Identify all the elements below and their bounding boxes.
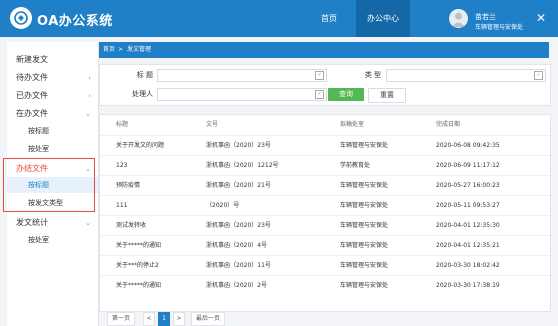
sidebar-sub-label: 按处室	[28, 145, 49, 153]
pager-first-button[interactable]: 第一页	[107, 312, 135, 326]
cell-doc-no: 浙机事函（2020）23号	[206, 222, 271, 229]
filter-panel: 标 题 ✓ 类 型 ✓ 处理人 ✓ 查询 重置	[99, 64, 551, 106]
cell-date: 2020-04-01 12:35:30	[436, 222, 500, 229]
cell-title: 关于*****的通知	[116, 282, 162, 289]
chevron-down-icon: ⌄	[85, 219, 91, 227]
cell-title: 关于*****的通知	[116, 242, 162, 249]
sidebar-sub-label: 按标题	[28, 127, 49, 135]
sidebar-item-label: 待办文件	[16, 73, 48, 82]
nav-home[interactable]: 首页	[305, 0, 353, 37]
col-header-complete-date: 完成日期	[436, 121, 461, 128]
checkbox-icon[interactable]: ✓	[534, 71, 543, 80]
pager-prev-button[interactable]: <	[143, 312, 155, 326]
table-row[interactable]: 测试发转收 浙机事函（2020）23号 车辆管理与安保处 2020-04-01 …	[100, 215, 550, 236]
table-row[interactable]: 关于***的停止2 浙机事函（2020）11号 车辆管理与安保处 2020-03…	[100, 255, 550, 276]
cell-office: 车辆管理与安保处	[340, 222, 389, 229]
table-row[interactable]: 123 浙机事函（2020）1212号 学前教育处 2020-06-09 11:…	[100, 155, 550, 176]
sidebar-sub-label: 按处室	[28, 236, 49, 244]
type-filter-select[interactable]: ✓	[386, 69, 546, 82]
pager-next-button[interactable]: >	[173, 312, 185, 326]
cell-office: 车辆管理与安保处	[340, 242, 389, 249]
document-table: 标题 文号 拟稿处室 完成日期 关于开发文的问题 浙机事函（2020）23号 车…	[99, 114, 551, 312]
cell-title: 关于开发文的问题	[116, 142, 165, 149]
checkbox-icon[interactable]: ✓	[315, 90, 324, 99]
cell-office: 车辆管理与安保处	[340, 142, 389, 149]
table-row[interactable]: 关于*****的通知 浙机事函（2020）4号 车辆管理与安保处 2020-04…	[100, 235, 550, 256]
cell-office: 车辆管理与安保处	[340, 202, 389, 209]
cell-office: 车辆管理与安保处	[340, 182, 389, 189]
sidebar-item-label: 发文统计	[16, 218, 48, 227]
chevron-right-icon: ›	[88, 92, 91, 100]
table-row[interactable]: 111 （2020）号 车辆管理与安保处 2020-05-11 09:53:27	[100, 195, 550, 216]
chevron-down-icon: ⌄	[85, 110, 91, 118]
cell-office: 学前教育处	[340, 162, 371, 169]
sidebar-item-label: 新建发文	[16, 55, 48, 64]
reset-button[interactable]: 重置	[368, 88, 406, 103]
sidebar-item-label: 已办文件	[16, 91, 48, 100]
col-header-title: 标题	[116, 121, 129, 128]
col-header-doc-no: 文号	[206, 121, 219, 128]
query-button[interactable]: 查询	[328, 88, 364, 101]
checkbox-icon[interactable]: ✓	[315, 71, 324, 80]
sidebar-item-in-progress[interactable]: 在办文件 ⌄	[7, 105, 98, 123]
close-icon[interactable]: ✕	[536, 11, 546, 25]
pagination: 第一页 < 1 > 最后一页	[99, 310, 549, 326]
cell-doc-no: 浙机事函（2020）4号	[206, 242, 268, 249]
cell-date: 2020-03-30 17:38:19	[436, 282, 500, 289]
type-filter-label: 类 型	[364, 71, 381, 79]
cell-date: 2020-05-11 09:53:27	[436, 202, 500, 209]
cell-date: 2020-04-01 12:35:21	[436, 242, 500, 249]
cell-date: 2020-06-09 11:17:12	[436, 162, 500, 169]
cell-title: 预防疫情	[116, 182, 141, 189]
cell-title: 111	[116, 202, 128, 209]
pager-page-1[interactable]: 1	[158, 312, 170, 326]
sidebar-sub-stat-by-office[interactable]: 按处室	[7, 232, 98, 248]
app-title: OA办公系统	[37, 14, 113, 29]
sidebar-item-statistics[interactable]: 发文统计 ⌄	[7, 214, 98, 232]
sidebar-sub-by-office[interactable]: 按处室	[7, 141, 98, 157]
title-filter-input[interactable]: ✓	[157, 69, 327, 82]
main-content: 首页 > 发文管理 标 题 ✓ 类 型 ✓ 处理人 ✓ 查询 重置 标题 文号 …	[99, 42, 551, 326]
cell-doc-no: 浙机事函（2020）23号	[206, 142, 271, 149]
pager-last-button[interactable]: 最后一页	[191, 312, 225, 326]
user-department: 车辆管理与安保处	[475, 24, 524, 31]
handler-filter-label: 处理人	[132, 90, 153, 98]
cell-office: 车辆管理与安保处	[340, 262, 389, 269]
cell-date: 2020-06-08 09:42:35	[436, 142, 500, 149]
title-filter-label: 标 题	[136, 71, 153, 79]
table-row[interactable]: 预防疫情 浙机事函（2020）21号 车辆管理与安保处 2020-05-27 1…	[100, 175, 550, 196]
sidebar-item-pending[interactable]: 待办文件 ›	[7, 69, 98, 87]
nav-office-center[interactable]: 办公中心	[356, 0, 410, 37]
breadcrumb-current: 发文管理	[127, 46, 152, 53]
sidebar-sub-by-title[interactable]: 按标题	[7, 123, 98, 139]
breadcrumb-separator: >	[118, 46, 124, 53]
active-section-highlight	[3, 158, 95, 212]
sidebar-item-new-doc[interactable]: 新建发文	[7, 51, 98, 69]
col-header-draft-office: 拟稿处室	[340, 121, 365, 128]
chevron-right-icon: ›	[88, 74, 91, 82]
cell-date: 2020-05-27 16:00:23	[436, 182, 500, 189]
cell-title: 关于***的停止2	[116, 262, 159, 269]
cell-doc-no: （2020）号	[206, 202, 240, 209]
avatar[interactable]	[449, 9, 468, 28]
cell-doc-no: 浙机事函（2020）11号	[206, 262, 271, 269]
breadcrumb: 首页 > 发文管理	[99, 42, 549, 58]
cell-office: 车辆管理与安保处	[340, 282, 389, 289]
sidebar-item-done[interactable]: 已办文件 ›	[7, 87, 98, 105]
sidebar-item-label: 在办文件	[16, 109, 48, 118]
table-row[interactable]: 关于*****的通知 浙机事函（2020）2号 车辆管理与安保处 2020-03…	[100, 275, 550, 296]
top-bar: OA办公系统 首页 办公中心 苗若兰 车辆管理与安保处 ✕	[0, 0, 558, 37]
breadcrumb-home[interactable]: 首页	[103, 42, 115, 58]
cell-doc-no: 浙机事函（2020）2号	[206, 282, 268, 289]
cell-title: 测试发转收	[116, 222, 147, 229]
cell-doc-no: 浙机事函（2020）21号	[206, 182, 271, 189]
user-name: 苗若兰	[475, 13, 496, 21]
cell-date: 2020-03-30 18:02:42	[436, 262, 500, 269]
cell-title: 123	[116, 162, 128, 169]
cell-doc-no: 浙机事函（2020）1212号	[206, 162, 279, 169]
table-row[interactable]: 关于开发文的问题 浙机事函（2020）23号 车辆管理与安保处 2020-06-…	[100, 135, 550, 156]
handler-filter-input[interactable]: ✓	[157, 88, 327, 101]
app-logo-icon	[10, 7, 32, 29]
